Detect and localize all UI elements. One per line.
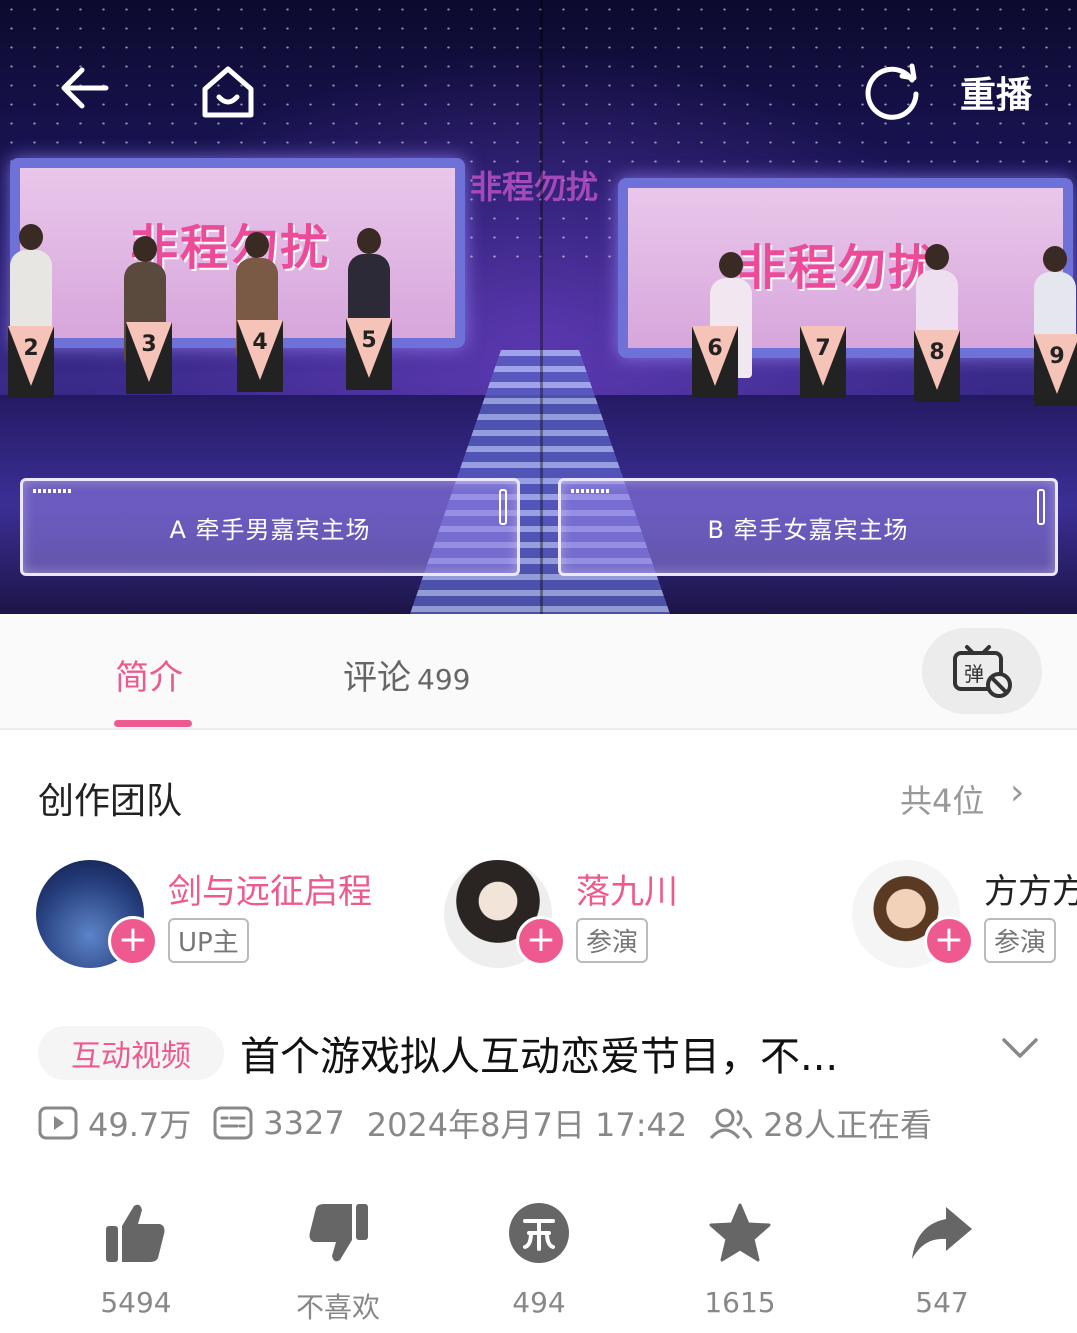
podium-number: 7 — [800, 326, 846, 386]
arrow-left-icon — [61, 67, 109, 109]
podium: 6 — [692, 326, 738, 398]
favorite-count: 1615 — [704, 1286, 776, 1319]
share-arrow-icon — [912, 1207, 972, 1259]
danmaku-off-icon: 弹 — [953, 645, 1012, 698]
star-icon — [709, 1203, 771, 1262]
danmaku-count-icon — [213, 1106, 253, 1140]
coin-count: 494 — [512, 1286, 566, 1319]
thumbs-up-icon — [106, 1204, 165, 1262]
podium-number: 4 — [237, 320, 283, 380]
podium: 5 — [346, 318, 392, 390]
play-count-icon — [38, 1106, 78, 1140]
replay-label[interactable]: 重播 — [960, 66, 1032, 118]
podium: 3 — [126, 322, 172, 394]
member-role-badge: 参演 — [576, 918, 649, 963]
choice-a-button[interactable]: A 牵手男嘉宾主场 — [20, 478, 520, 576]
team-count-link[interactable]: 共4位 — [900, 776, 984, 822]
like-button[interactable]: 5494 — [66, 1198, 206, 1319]
home-button[interactable] — [196, 60, 260, 124]
video-stats: 49.7万 3327 2024年8月7日 17:42 28人正在看 — [38, 1098, 932, 1148]
stage-logo-center: 非程勿扰 — [470, 168, 599, 206]
home-icon — [202, 66, 254, 118]
like-count: 5494 — [100, 1286, 172, 1319]
member-role-badge: UP主 — [168, 918, 249, 963]
video-player[interactable]: 非程勿扰 非程勿扰 非程勿扰 2 3 4 5 6 7 8 9 重播 A 牵手男嘉… — [0, 0, 1077, 614]
tab-bar: 简介 评论 499 弹 — [0, 614, 1077, 730]
view-count: 49.7万 — [88, 1106, 192, 1144]
tab-comments-count: 499 — [417, 663, 471, 696]
choice-b-button[interactable]: B 牵手女嘉宾主场 — [558, 478, 1058, 576]
tab-active-indicator — [114, 720, 192, 727]
svg-text:弹: 弹 — [964, 662, 984, 686]
podium-number: 3 — [126, 322, 172, 382]
podium-number: 9 — [1034, 334, 1077, 394]
watching-count: 28人正在看 — [763, 1106, 932, 1144]
interactive-video-badge: 互动视频 — [38, 1026, 224, 1080]
dislike-label: 不喜欢 — [295, 1291, 380, 1324]
thumbs-down-icon — [309, 1204, 368, 1262]
podium: 8 — [914, 330, 960, 402]
member-name[interactable]: 方方方 — [984, 864, 1077, 913]
follow-button[interactable]: + — [924, 916, 974, 966]
follow-button[interactable]: + — [108, 916, 158, 966]
split-divider — [540, 0, 543, 614]
favorite-button[interactable]: 1615 — [670, 1198, 810, 1319]
podium: 2 — [8, 326, 54, 398]
back-button[interactable] — [56, 60, 112, 116]
publish-date: 2024年8月7日 17:42 — [366, 1106, 688, 1144]
podium: 7 — [800, 326, 846, 398]
viewers-icon — [709, 1106, 753, 1140]
podium: 4 — [237, 320, 283, 392]
chevron-down-icon[interactable] — [1000, 1030, 1040, 1071]
podium-number: 8 — [914, 330, 960, 390]
podium-number: 5 — [346, 318, 392, 378]
replay-button[interactable] — [862, 60, 924, 122]
podium-number: 6 — [692, 326, 738, 386]
podium-number: 2 — [8, 326, 54, 386]
coin-button[interactable]: 494 — [469, 1198, 609, 1319]
team-title: 创作团队 — [38, 781, 183, 822]
coin-icon — [509, 1203, 569, 1263]
stage-logo-right: 非程勿扰 — [738, 240, 939, 296]
follow-button[interactable]: + — [516, 916, 566, 966]
tab-comments[interactable]: 评论 499 — [343, 650, 470, 699]
video-title[interactable]: 首个游戏拟人互动恋爱节目，不... — [240, 1024, 838, 1082]
dislike-button[interactable]: 不喜欢 — [268, 1198, 408, 1326]
replay-icon — [865, 63, 919, 120]
member-role-badge: 参演 — [984, 918, 1057, 963]
danmaku-count: 3327 — [263, 1104, 345, 1142]
tab-intro[interactable]: 简介 — [115, 650, 183, 699]
chevron-right-icon[interactable]: › — [1010, 772, 1024, 813]
member-name[interactable]: 落九川 — [576, 864, 678, 913]
tab-comments-label: 评论 — [343, 658, 411, 698]
share-button[interactable]: 547 — [872, 1198, 1012, 1319]
danmaku-toggle-button[interactable]: 弹 — [922, 628, 1042, 714]
share-count: 547 — [915, 1286, 969, 1319]
podium: 9 — [1034, 334, 1077, 406]
member-name[interactable]: 剑与远征启程 — [168, 864, 372, 913]
